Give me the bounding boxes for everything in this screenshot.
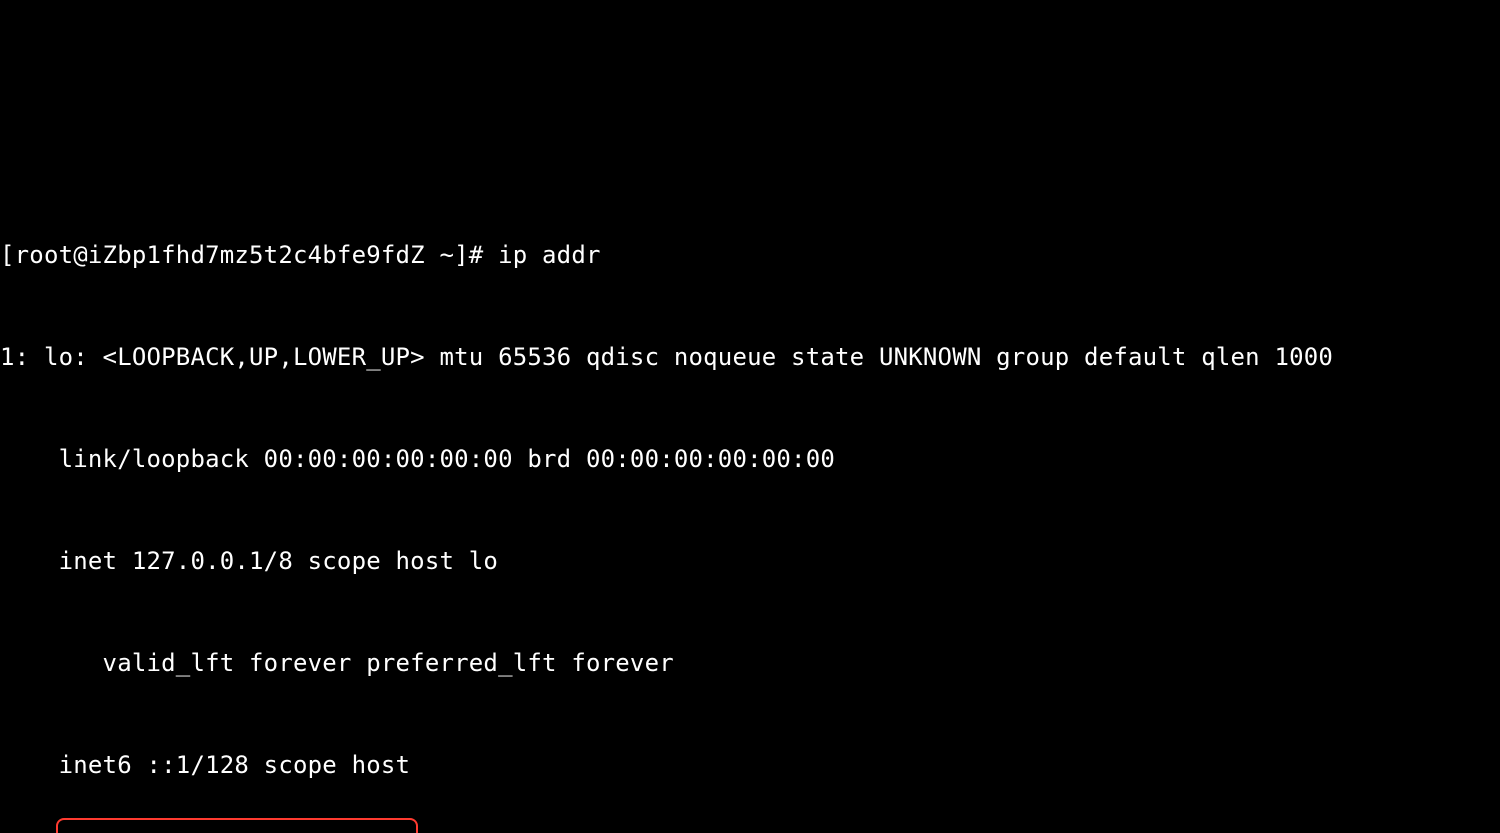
prompt-line: [root@iZbp1fhd7mz5t2c4bfe9fdZ ~]# ip add…	[0, 238, 1500, 272]
output-line: link/loopback 00:00:00:00:00:00 brd 00:0…	[0, 442, 1500, 476]
output-line: inet 127.0.0.1/8 scope host lo	[0, 544, 1500, 578]
output-line: inet6 ::1/128 scope host	[0, 748, 1500, 782]
output-line: 1: lo: <LOOPBACK,UP,LOWER_UP> mtu 65536 …	[0, 340, 1500, 374]
terminal-output: [root@iZbp1fhd7mz5t2c4bfe9fdZ ~]# ip add…	[0, 170, 1500, 833]
highlight-annotation	[56, 818, 418, 833]
output-line: valid_lft forever preferred_lft forever	[0, 646, 1500, 680]
